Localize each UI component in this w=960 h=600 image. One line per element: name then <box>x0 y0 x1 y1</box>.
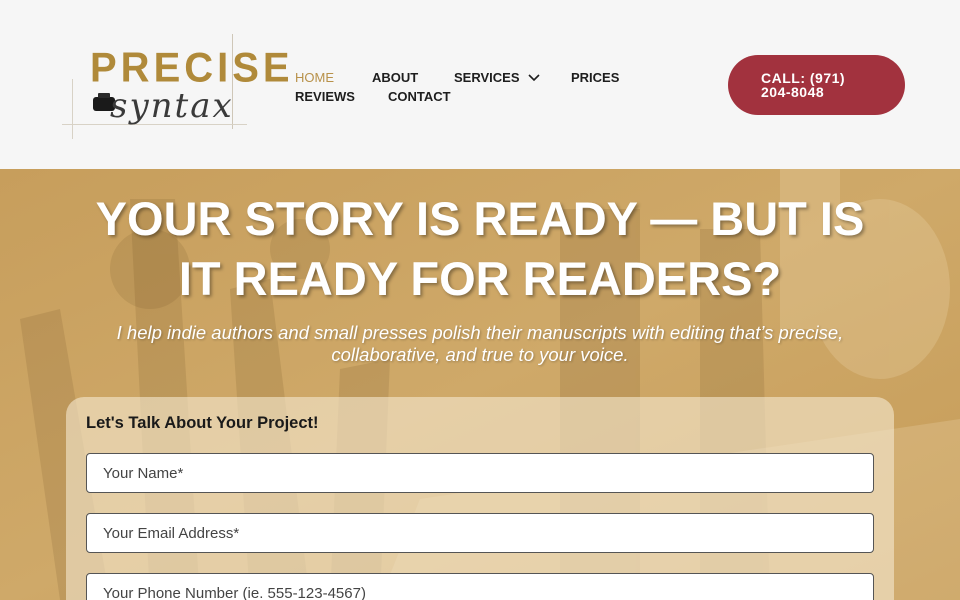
hero-subtitle: I help indie authors and small presses p… <box>40 322 920 366</box>
nav-prices[interactable]: PRICES <box>571 70 619 85</box>
contact-form: Let's Talk About Your Project! <box>66 397 894 600</box>
hero-headline-line1: YOUR STORY IS READY — BUT IS <box>95 192 865 245</box>
nav-home[interactable]: HOME <box>295 70 372 85</box>
hero-subtitle-line2: collaborative, and true to your voice. <box>331 344 629 365</box>
email-input[interactable] <box>86 513 874 553</box>
hero-headline: YOUR STORY IS READY — BUT IS IT READY FO… <box>40 189 920 309</box>
logo-guide-line <box>72 79 73 139</box>
nav-contact[interactable]: CONTACT <box>388 89 451 104</box>
call-button[interactable]: CALL: (971) 204-8048 <box>728 55 905 115</box>
logo-script: syntax <box>110 86 234 126</box>
call-button-line2: 204-8048 <box>761 84 825 100</box>
hero-subtitle-line1: I help indie authors and small presses p… <box>116 322 844 343</box>
hero-section: YOUR STORY IS READY — BUT IS IT READY FO… <box>0 169 960 600</box>
nav-services[interactable]: SERVICES <box>454 70 571 85</box>
nav-services-label: SERVICES <box>454 70 520 85</box>
main-nav: HOME ABOUT SERVICES PRICES REVIEWS CONTA… <box>295 68 665 106</box>
name-input[interactable] <box>86 453 874 493</box>
nav-reviews[interactable]: REVIEWS <box>295 89 388 104</box>
phone-input[interactable] <box>86 573 874 600</box>
nav-row: REVIEWS CONTACT <box>295 87 665 106</box>
chevron-down-icon <box>527 73 540 81</box>
form-title: Let's Talk About Your Project! <box>86 414 319 432</box>
logo[interactable]: PRECISE syntax <box>62 34 290 144</box>
hero-headline-line2: IT READY FOR READERS? <box>178 252 782 305</box>
site-header: PRECISE syntax HOME ABOUT SERVICES PRICE… <box>0 0 960 169</box>
nav-about[interactable]: ABOUT <box>372 70 454 85</box>
call-button-line1: CALL: (971) <box>761 70 846 86</box>
nav-row: HOME ABOUT SERVICES PRICES <box>295 68 665 87</box>
